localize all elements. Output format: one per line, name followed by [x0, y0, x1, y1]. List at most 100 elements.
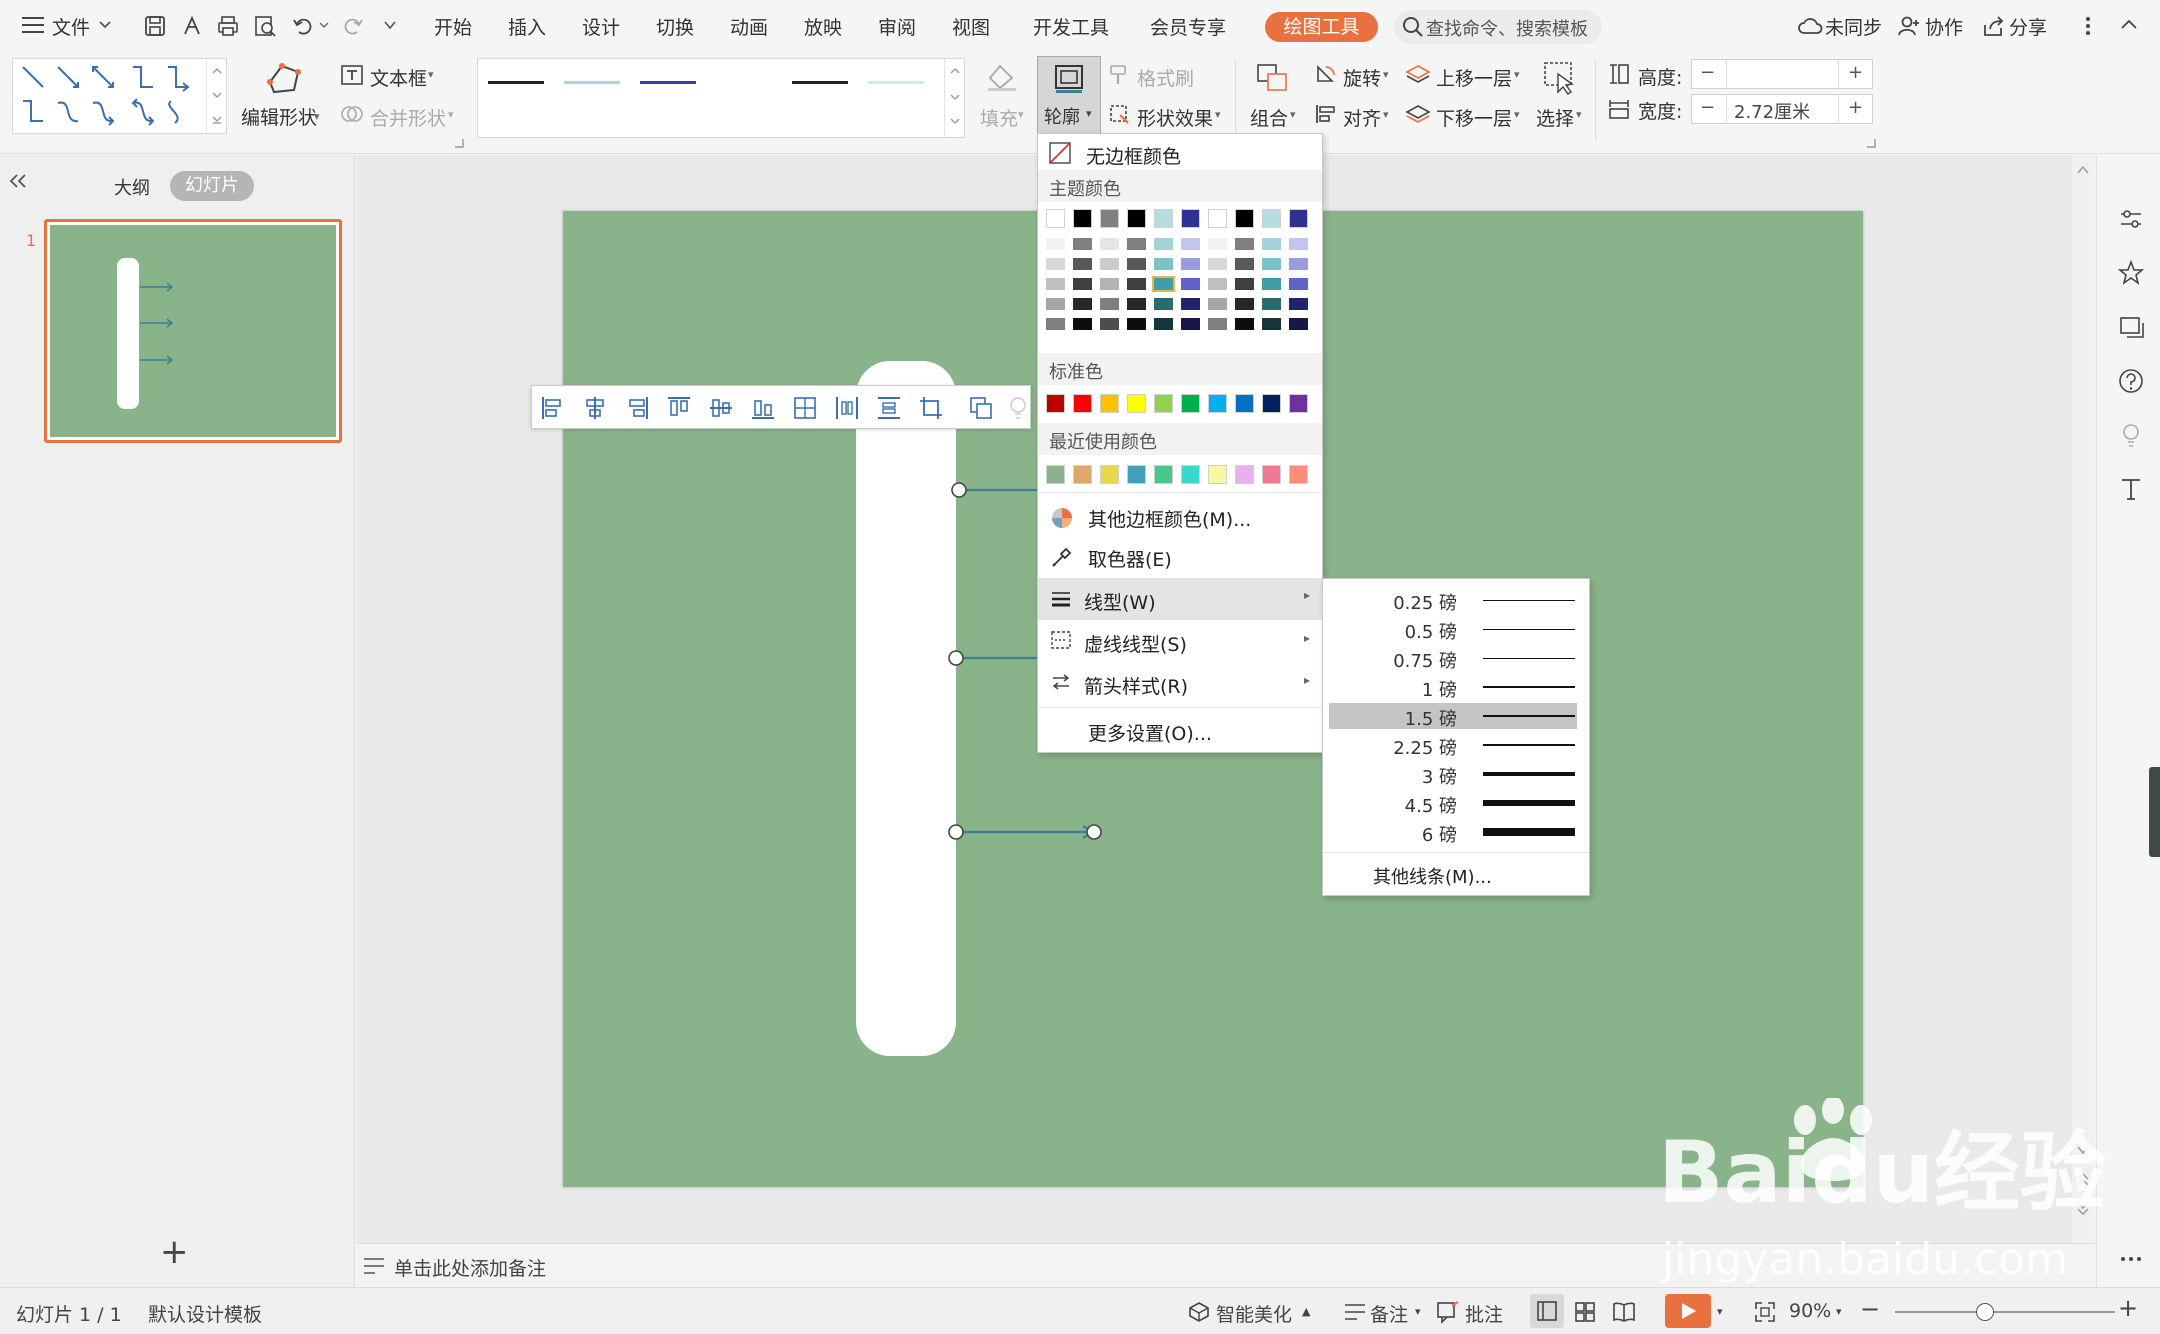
zoom-out-button[interactable]: −	[1860, 1295, 1880, 1323]
align-center-icon[interactable]	[582, 395, 608, 421]
theme-color-swatch[interactable]	[1073, 209, 1092, 228]
theme-color-swatch[interactable]	[1289, 209, 1308, 228]
theme-shade-swatch[interactable]	[1046, 258, 1065, 270]
theme-shade-swatch[interactable]	[1235, 278, 1254, 290]
help-icon[interactable]	[2117, 367, 2145, 395]
theme-shade-swatch[interactable]	[1046, 238, 1065, 250]
line-weight-option[interactable]: 0.75 磅	[1329, 645, 1577, 672]
slide-sorter-icon[interactable]	[1574, 1301, 1596, 1323]
recent-color-swatch[interactable]	[1181, 465, 1200, 484]
theme-shade-swatch[interactable]	[1235, 258, 1254, 270]
notes-toggle-icon[interactable]	[1344, 1302, 1366, 1322]
theme-color-swatch[interactable]	[1154, 209, 1173, 228]
tab-transitions[interactable]: 切换	[656, 13, 694, 40]
standard-color-swatch[interactable]	[1127, 394, 1146, 413]
edit-shape-icon[interactable]	[264, 60, 304, 98]
align-icon[interactable]	[1314, 103, 1338, 125]
tab-slides[interactable]: 幻灯片	[170, 171, 254, 201]
theme-color-swatch[interactable]	[1235, 209, 1254, 228]
distribute-vertical-icon[interactable]	[876, 395, 902, 421]
sync-status[interactable]: 未同步	[1825, 13, 1882, 40]
tab-developer[interactable]: 开发工具	[1033, 13, 1109, 40]
line-style-item[interactable]: 线型(W) ▸	[1038, 578, 1322, 620]
zoom-slider-thumb[interactable]	[1976, 1303, 1994, 1321]
more-settings-item[interactable]: 更多设置(O)...	[1038, 711, 1322, 751]
no-border-color-item[interactable]: 无边框颜色	[1038, 136, 1322, 170]
theme-shade-swatch[interactable]	[1154, 258, 1173, 270]
standard-color-swatch[interactable]	[1262, 394, 1281, 413]
rotate-icon[interactable]	[1314, 63, 1338, 85]
send-backward-button[interactable]: 下移一层	[1436, 104, 1512, 131]
height-decrement[interactable]: −	[1700, 62, 1715, 83]
theme-shade-swatch[interactable]	[1154, 318, 1173, 330]
align-button[interactable]: 对齐	[1343, 104, 1381, 131]
height-increment[interactable]: +	[1848, 62, 1863, 83]
theme-shade-swatch[interactable]	[1100, 298, 1119, 310]
recent-color-swatch[interactable]	[1208, 465, 1227, 484]
group-icon[interactable]	[1255, 62, 1289, 94]
theme-shade-swatch[interactable]	[1154, 298, 1173, 310]
line-style-swatch[interactable]	[792, 81, 848, 84]
gallery-scroll[interactable]	[206, 59, 226, 133]
theme-shade-swatch[interactable]	[1100, 238, 1119, 250]
standard-color-swatch[interactable]	[1073, 394, 1092, 413]
template-name[interactable]: 默认设计模板	[148, 1300, 262, 1327]
layer-order-icon[interactable]	[968, 395, 994, 421]
dialog-launcher-icon[interactable]	[454, 138, 464, 148]
tab-home[interactable]: 开始	[434, 13, 472, 40]
align-bottom-icon[interactable]	[750, 395, 776, 421]
theme-shade-swatch[interactable]	[1289, 298, 1308, 310]
theme-shade-swatch[interactable]	[1127, 278, 1146, 290]
theme-shade-swatch[interactable]	[1181, 238, 1200, 250]
search-input[interactable]: 查找命令、搜索模板	[1426, 15, 1588, 41]
share-icon[interactable]	[1982, 14, 2006, 38]
recent-color-swatch[interactable]	[1262, 465, 1281, 484]
recent-color-swatch[interactable]	[1235, 465, 1254, 484]
line-style-swatch[interactable]	[640, 81, 696, 84]
select-button[interactable]: 选择	[1536, 104, 1574, 131]
theme-shade-swatch[interactable]	[1181, 318, 1200, 330]
theme-shade-swatch[interactable]	[1262, 318, 1281, 330]
align-right-icon[interactable]	[624, 395, 650, 421]
tab-review[interactable]: 审阅	[878, 13, 916, 40]
line-weight-option[interactable]: 2.25 磅	[1329, 732, 1577, 759]
recent-color-swatch[interactable]	[1154, 465, 1173, 484]
connector-shape-gallery[interactable]	[12, 58, 227, 134]
tab-drawing-tools[interactable]: 绘图工具	[1265, 12, 1378, 42]
theme-shade-swatch[interactable]	[1235, 298, 1254, 310]
theme-shade-swatch[interactable]	[1046, 278, 1065, 290]
bulb-icon[interactable]	[1008, 395, 1034, 421]
text-tool-icon[interactable]	[2117, 475, 2145, 503]
theme-shade-swatch[interactable]	[1289, 258, 1308, 270]
line-style-swatch[interactable]	[868, 81, 924, 84]
theme-shade-swatch[interactable]	[1073, 318, 1092, 330]
crop-icon[interactable]	[918, 395, 944, 421]
theme-shade-swatch[interactable]	[1262, 298, 1281, 310]
select-icon[interactable]	[1542, 60, 1578, 96]
height-field[interactable]: − +	[1691, 59, 1873, 89]
print-preview-icon[interactable]	[253, 14, 277, 38]
notes-toggle-button[interactable]: 备注	[1370, 1300, 1408, 1327]
ideas-bulb-icon[interactable]	[2117, 421, 2145, 449]
bring-forward-button[interactable]: 上移一层	[1436, 64, 1512, 91]
fit-to-window-icon[interactable]	[1754, 1301, 1776, 1323]
cloud-sync-icon[interactable]	[1797, 14, 1823, 38]
standard-color-swatch[interactable]	[1289, 394, 1308, 413]
align-middle-icon[interactable]	[708, 395, 734, 421]
properties-icon[interactable]	[2117, 205, 2145, 233]
undo-icon[interactable]	[291, 14, 315, 38]
distribute-horizontal-icon[interactable]	[792, 395, 818, 421]
line-style-swatch[interactable]	[716, 81, 772, 84]
zoom-slider-track[interactable]	[1895, 1311, 2115, 1313]
zoom-in-button[interactable]: +	[2118, 1294, 2138, 1322]
theme-shade-swatch[interactable]	[1046, 298, 1065, 310]
theme-shade-swatch[interactable]	[1262, 278, 1281, 290]
width-increment[interactable]: +	[1848, 97, 1863, 118]
line-gallery-scroll[interactable]	[944, 59, 964, 137]
align-top-icon[interactable]	[666, 395, 692, 421]
theme-shade-swatch[interactable]	[1181, 298, 1200, 310]
line-weight-option[interactable]: 0.5 磅	[1329, 616, 1577, 643]
hamburger-menu-icon[interactable]	[22, 16, 44, 34]
more-options-icon[interactable]	[2085, 16, 2091, 36]
zoom-level[interactable]: 90%	[1789, 1300, 1831, 1322]
